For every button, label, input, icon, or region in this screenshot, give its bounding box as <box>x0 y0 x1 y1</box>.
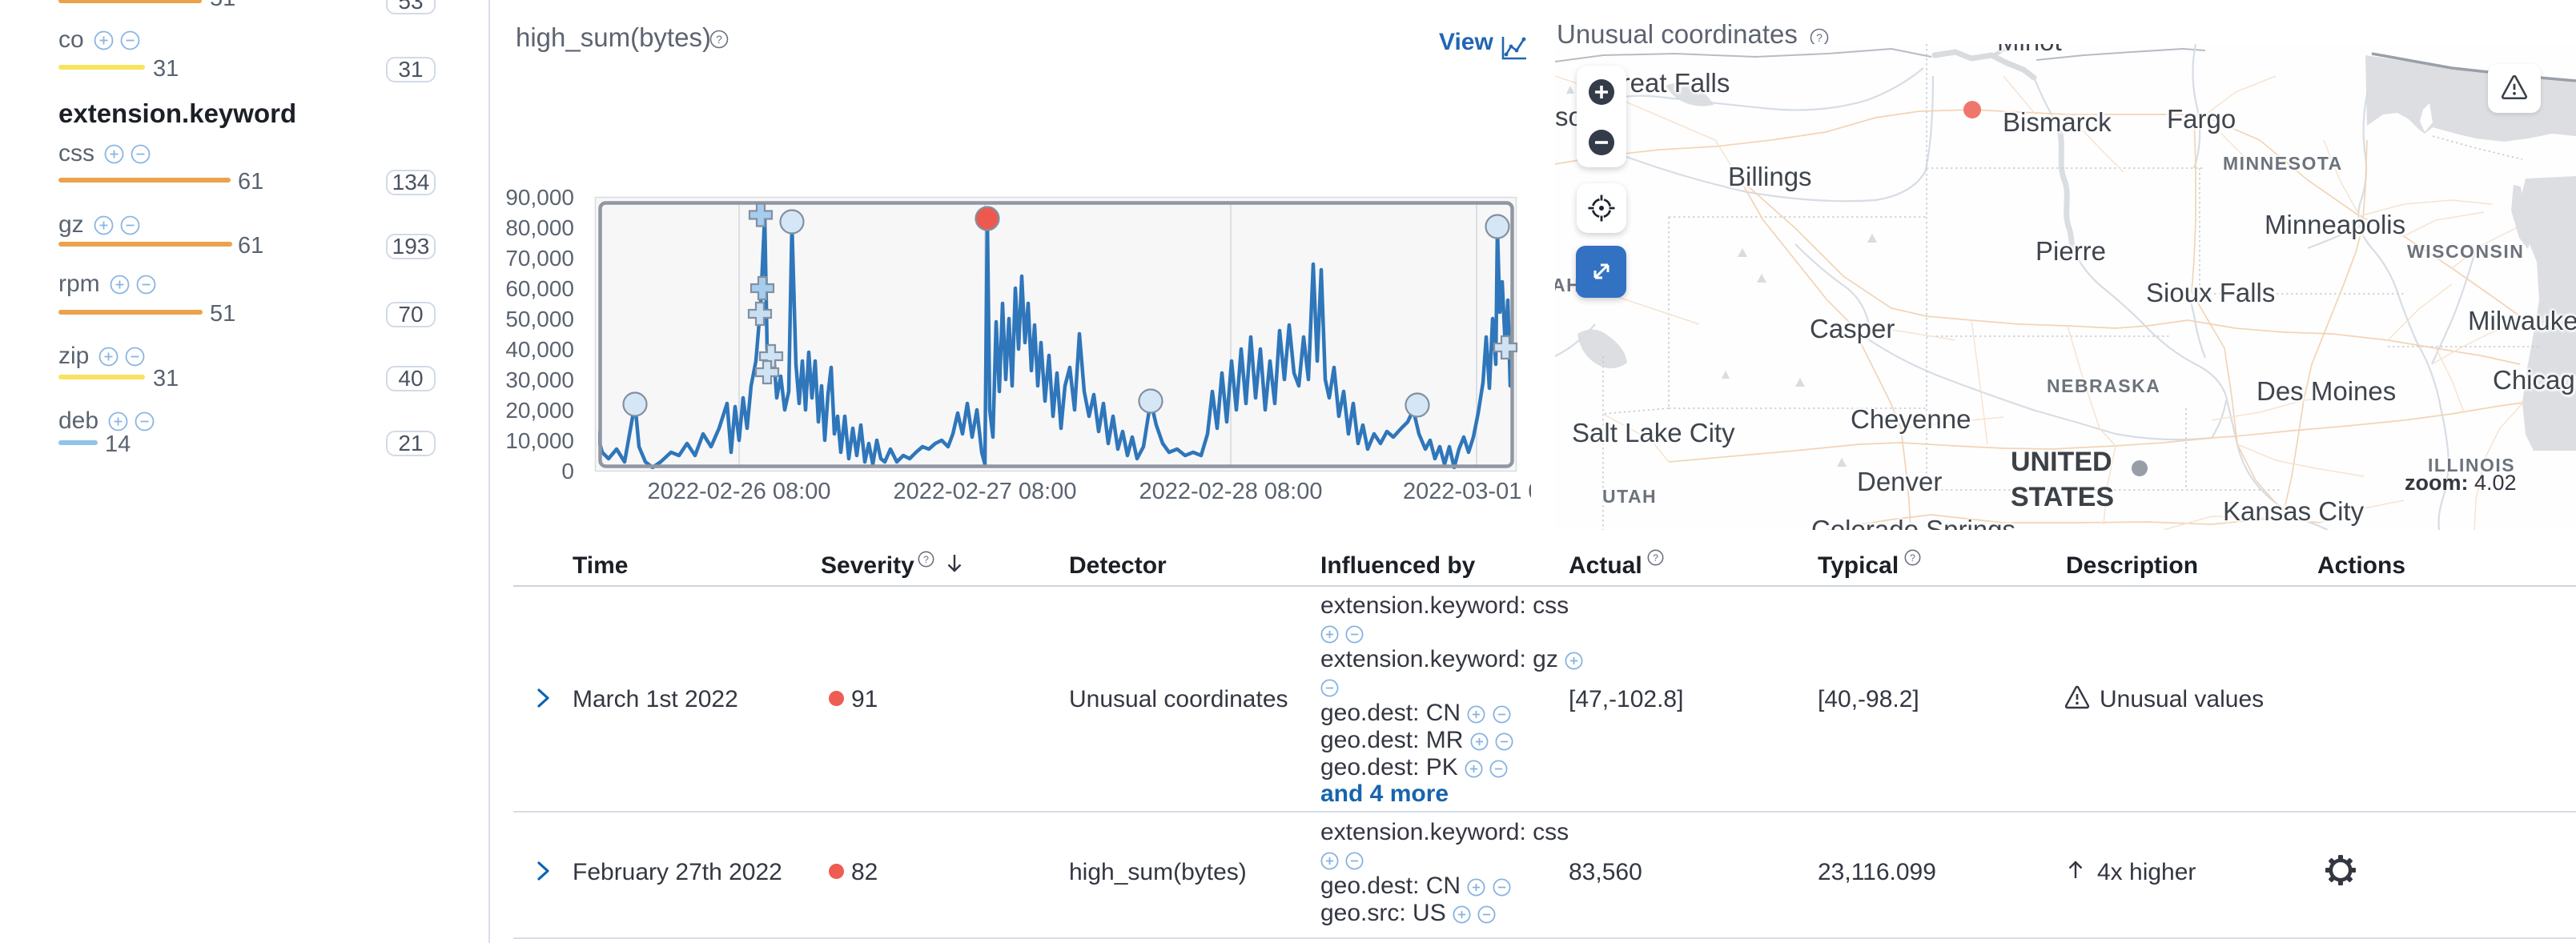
svg-text:?: ? <box>1653 552 1658 564</box>
svg-text:90,000: 90,000 <box>505 185 574 210</box>
svg-text:2022-02-27 08:00: 2022-02-27 08:00 <box>894 479 1077 504</box>
svg-text:2022-02-28 08:00: 2022-02-28 08:00 <box>1139 479 1323 504</box>
svg-text:?: ? <box>716 33 722 46</box>
svg-text:2022-02-26 08:00: 2022-02-26 08:00 <box>648 479 831 504</box>
svg-text:10,000: 10,000 <box>505 428 574 453</box>
svg-text:50,000: 50,000 <box>505 307 574 331</box>
svg-text:70,000: 70,000 <box>505 246 574 271</box>
svg-text:40,000: 40,000 <box>505 337 574 362</box>
svg-text:30,000: 30,000 <box>505 367 574 392</box>
svg-text:?: ? <box>923 554 929 565</box>
svg-text:20,000: 20,000 <box>505 398 574 423</box>
svg-text:0: 0 <box>561 459 574 484</box>
svg-text:?: ? <box>1910 552 1915 564</box>
svg-text:2022-03-01 08:00: 2022-03-01 08:00 <box>1403 479 1531 504</box>
svg-text:?: ? <box>1816 31 1822 44</box>
svg-text:80,000: 80,000 <box>505 215 574 240</box>
svg-text:60,000: 60,000 <box>505 276 574 301</box>
